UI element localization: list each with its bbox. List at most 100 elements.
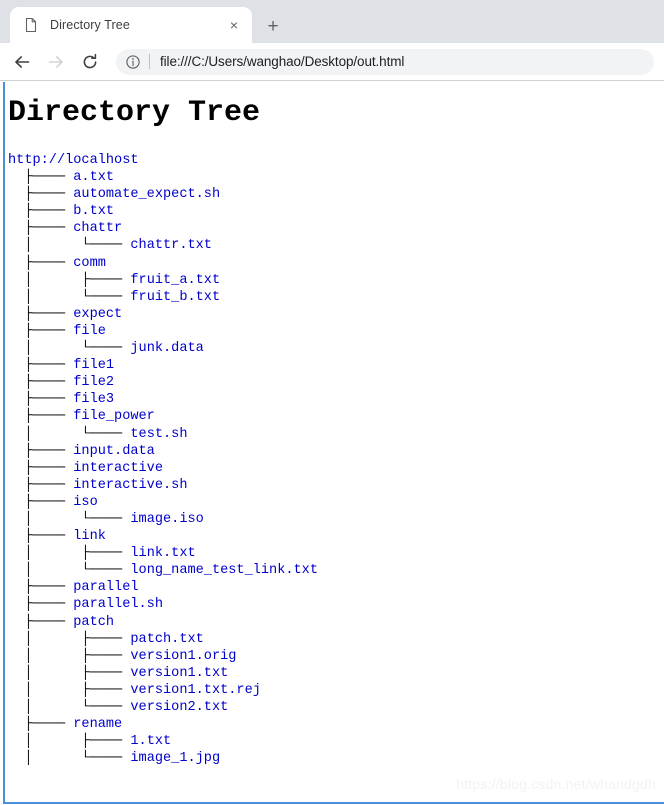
tree-entry-link[interactable]: interactive	[73, 461, 163, 476]
tree-entry-link[interactable]: file3	[73, 392, 114, 407]
tree-branch-glyphs: ├────	[8, 358, 74, 374]
tree-root-link[interactable]: http://localhost	[8, 153, 139, 168]
tree-entry-link[interactable]: file	[73, 324, 106, 339]
tree-entry-link[interactable]: interactive.sh	[73, 478, 187, 493]
tree-entry-link[interactable]: input.data	[73, 444, 155, 459]
tree-branch-glyphs: ├────	[8, 529, 74, 545]
tree-entry-link[interactable]: comm	[73, 256, 106, 271]
tree-branch-glyphs: │ └────	[8, 289, 131, 305]
tree-entry-link[interactable]: link	[73, 529, 106, 544]
tree-entry-link[interactable]: a.txt	[73, 170, 114, 185]
tree-row: │ ├──── version1.txt.rej	[8, 682, 664, 699]
tree-entry-link[interactable]: junk.data	[130, 341, 203, 356]
tree-row: ├──── file	[8, 323, 664, 340]
address-bar-url[interactable]: file:///C:/Users/wanghao/Desktop/out.htm…	[160, 54, 404, 69]
tree-row: │ └──── fruit_b.txt	[8, 289, 664, 306]
tree-row: │ ├──── patch.txt	[8, 631, 664, 648]
address-bar[interactable]: file:///C:/Users/wanghao/Desktop/out.htm…	[116, 48, 654, 75]
tree-row: ├──── chattr	[8, 220, 664, 237]
tree-entry-link[interactable]: file_power	[73, 409, 155, 424]
selection-frame-left	[3, 82, 5, 802]
tab-strip: Directory Tree × +	[0, 0, 664, 43]
tree-branch-glyphs: │ ├────	[8, 631, 131, 647]
tree-branch-glyphs: ├────	[8, 494, 74, 510]
tree-row: │ ├──── version1.txt	[8, 665, 664, 682]
tree-branch-glyphs: ├────	[8, 392, 74, 408]
tree-branch-glyphs: │ └────	[8, 563, 131, 579]
tree-row: │ ├──── 1.txt	[8, 733, 664, 750]
tree-entry-link[interactable]: parallel	[73, 580, 138, 595]
tree-row: ├──── parallel.sh	[8, 596, 664, 613]
forward-arrow-icon[interactable]	[42, 48, 70, 76]
tree-branch-glyphs: ├────	[8, 477, 74, 493]
tree-entry-link[interactable]: 1.txt	[130, 734, 171, 749]
tree-row: ├──── a.txt	[8, 169, 664, 186]
tree-row: ├──── input.data	[8, 443, 664, 460]
tree-branch-glyphs: ├────	[8, 717, 74, 733]
tree-row: ├──── interactive	[8, 460, 664, 477]
tree-entry-link[interactable]: automate_expect.sh	[73, 187, 220, 202]
tree-branch-glyphs: ├────	[8, 614, 74, 630]
tree-entry-link[interactable]: chattr	[73, 221, 122, 236]
reload-icon[interactable]	[76, 48, 104, 76]
tree-row: ├──── iso	[8, 494, 664, 511]
tree-entry-link[interactable]: image.iso	[130, 512, 203, 527]
browser-tab[interactable]: Directory Tree ×	[10, 7, 252, 43]
tree-branch-glyphs: ├────	[8, 323, 74, 339]
tree-entry-link[interactable]: parallel.sh	[73, 597, 163, 612]
tree-entry-link[interactable]: file1	[73, 358, 114, 373]
tree-row: │ ├──── link.txt	[8, 545, 664, 562]
tree-entry-link[interactable]: fruit_a.txt	[130, 273, 220, 288]
tree-row: ├──── b.txt	[8, 203, 664, 220]
tree-row: │ └──── image_1.jpg	[8, 750, 664, 767]
tree-row: ├──── parallel	[8, 579, 664, 596]
tree-entry-link[interactable]: image_1.jpg	[130, 751, 220, 766]
tree-entry-link[interactable]: chattr.txt	[130, 238, 212, 253]
tree-branch-glyphs: ├────	[8, 409, 74, 425]
tree-entry-link[interactable]: iso	[73, 495, 97, 510]
tree-branch-glyphs: ├────	[8, 170, 74, 186]
tree-branch-glyphs: ├────	[8, 460, 74, 476]
tree-branch-glyphs: │ └────	[8, 700, 131, 715]
tree-row: │ └──── version2.txt	[8, 699, 664, 716]
page-content: Directory Tree http://localhost ├──── a.…	[0, 82, 664, 767]
info-circle-icon[interactable]	[125, 54, 141, 70]
tree-branch-glyphs: ├────	[8, 597, 74, 613]
tree-row: │ ├──── version1.orig	[8, 648, 664, 665]
tree-entry-link[interactable]: long_name_test_link.txt	[130, 563, 318, 578]
new-tab-button[interactable]: +	[260, 13, 286, 39]
tree-branch-glyphs: ├────	[8, 306, 74, 322]
tree-entry-link[interactable]: file2	[73, 375, 114, 390]
tree-entry-link[interactable]: patch.txt	[130, 632, 203, 647]
tree-entry-link[interactable]: fruit_b.txt	[130, 290, 220, 305]
tree-row: ├──── file_power	[8, 408, 664, 425]
tree-entry-link[interactable]: link.txt	[130, 546, 195, 561]
tree-entry-link[interactable]: patch	[73, 615, 114, 630]
tree-entry-link[interactable]: version1.orig	[130, 649, 236, 664]
tree-entry-link[interactable]: rename	[73, 717, 122, 732]
close-icon[interactable]: ×	[225, 16, 243, 34]
tree-row: ├──── patch	[8, 614, 664, 631]
tree-branch-glyphs: ├────	[8, 580, 74, 596]
tree-entry-link[interactable]: expect	[73, 307, 122, 322]
tree-branch-glyphs: ├────	[8, 443, 74, 459]
tree-entry-link[interactable]: test.sh	[130, 427, 187, 442]
tree-entry-link[interactable]: version2.txt	[130, 700, 228, 715]
tree-row: ├──── expect	[8, 306, 664, 323]
tree-branch-glyphs: ├────	[8, 204, 74, 220]
directory-tree: http://localhost ├──── a.txt ├──── autom…	[8, 152, 664, 767]
tree-row: │ └──── chattr.txt	[8, 237, 664, 254]
tree-row: │ └──── junk.data	[8, 340, 664, 357]
tree-entry-link[interactable]: version1.txt.rej	[130, 683, 261, 698]
tree-row: ├──── automate_expect.sh	[8, 186, 664, 203]
tree-branch-glyphs: ├────	[8, 255, 74, 271]
tree-row: ├──── interactive.sh	[8, 477, 664, 494]
tree-branch-glyphs: ├────	[8, 375, 74, 391]
browser-window: Directory Tree × + file:///C:/Users/wang…	[0, 0, 664, 805]
page-title: Directory Tree	[8, 96, 261, 130]
tree-entry-link[interactable]: version1.txt	[130, 666, 228, 681]
back-arrow-icon[interactable]	[8, 48, 36, 76]
browser-toolbar: file:///C:/Users/wanghao/Desktop/out.htm…	[0, 43, 664, 81]
tree-entry-link[interactable]: b.txt	[73, 204, 114, 219]
tree-branch-glyphs: │ └────	[8, 511, 131, 527]
